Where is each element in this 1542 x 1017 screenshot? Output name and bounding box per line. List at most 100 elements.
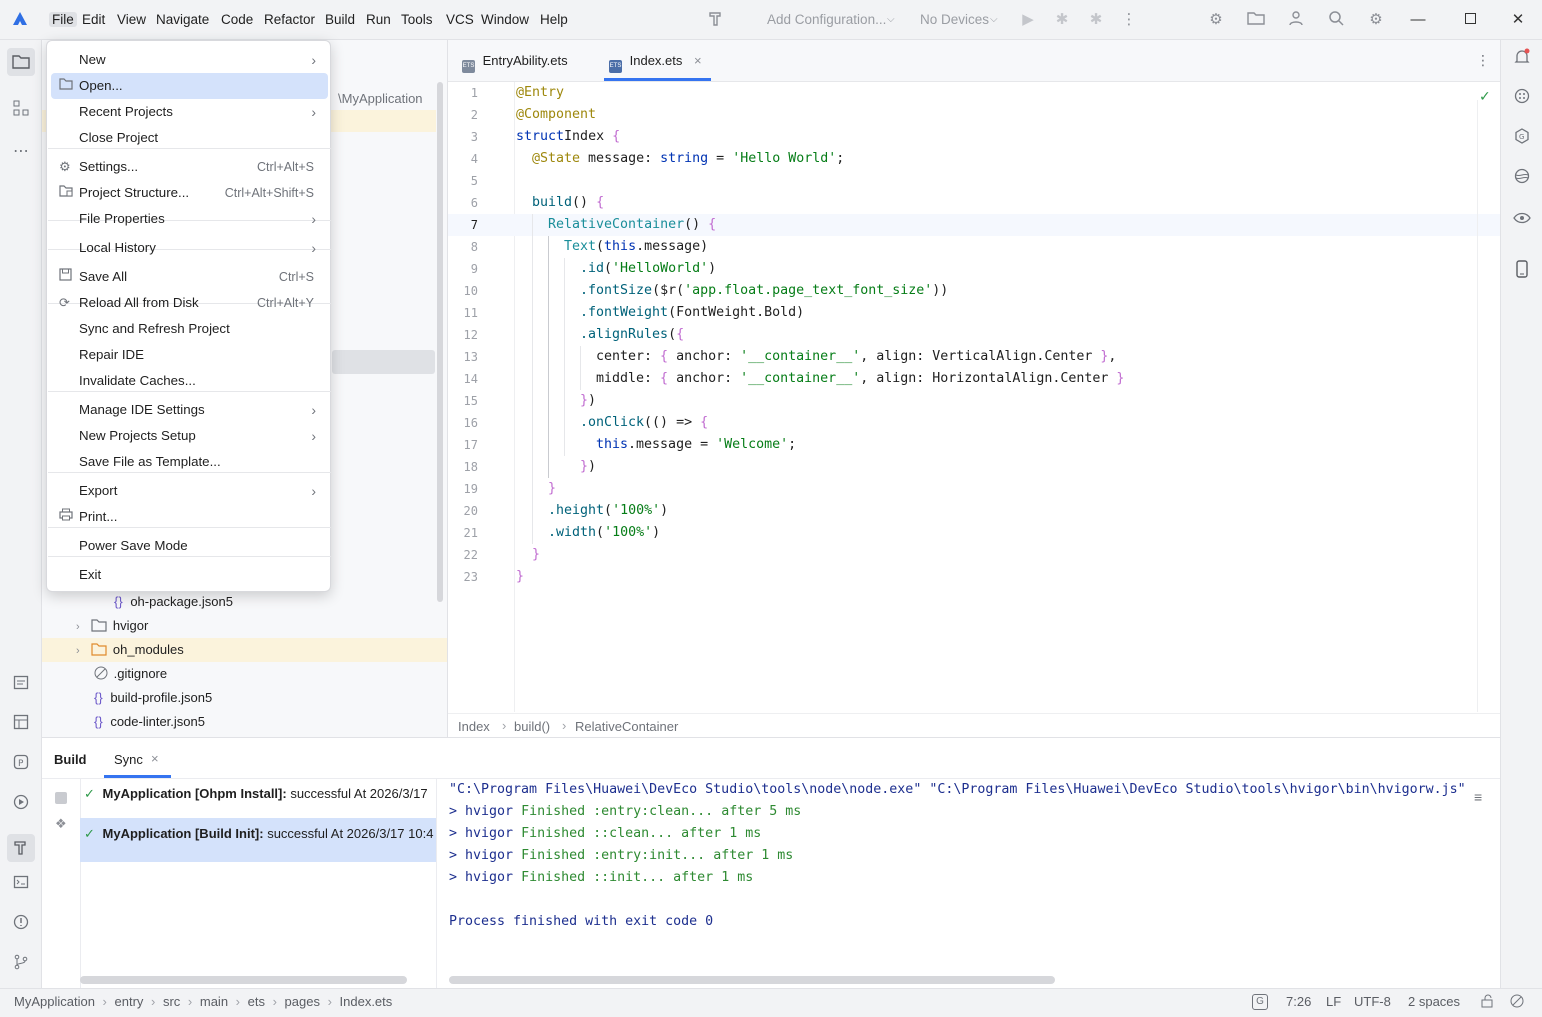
soft-wrap-icon[interactable]: ≡ [1474, 789, 1482, 805]
crumb-relativecontainer[interactable]: RelativeContainer [575, 719, 678, 734]
menu-view[interactable]: View [117, 12, 146, 27]
search-icon[interactable] [1326, 10, 1346, 30]
menu-window[interactable]: Window [481, 12, 529, 27]
menu-help[interactable]: Help [540, 12, 568, 27]
tree-item-hvigor[interactable]: › hvigor [76, 614, 148, 638]
tree-item-oh-package[interactable]: {} oh-package.json5 [114, 590, 233, 614]
tab-index[interactable]: ETS Index.ets × [609, 53, 702, 73]
maximize-icon[interactable] [1460, 10, 1480, 30]
stop-icon[interactable] [55, 792, 67, 804]
indent-setting[interactable]: 2 spaces [1408, 994, 1460, 1009]
menu-item-close-project[interactable]: Close Project [51, 125, 328, 151]
crumb-index[interactable]: Index [458, 719, 490, 734]
code-line[interactable]: }) [580, 390, 596, 412]
tree-item-build-profile[interactable]: {} build-profile.json5 [94, 686, 212, 710]
build-tool-icon[interactable] [7, 834, 35, 862]
settings-gear-icon[interactable]: ⚙ [1206, 10, 1226, 30]
phone-preview-icon[interactable] [1510, 260, 1534, 284]
more-tools-icon[interactable]: ⋯ [9, 140, 33, 164]
problems-icon[interactable] [9, 914, 33, 938]
code-line[interactable]: .alignRules({ [580, 324, 684, 346]
menu-item-new-projects-setup[interactable]: New Projects Setup › [51, 423, 328, 449]
caret-position[interactable]: 7:26 [1286, 994, 1311, 1009]
hammer-icon[interactable] [706, 10, 726, 30]
menu-vcs[interactable]: VCS [446, 12, 474, 27]
profile-icon[interactable]: ✱ [1086, 10, 1106, 30]
menu-item-reload-all-from-disk[interactable]: ⟳ Reload All from Disk Ctrl+Alt+Y [51, 290, 328, 316]
task-scrollbar[interactable] [80, 976, 407, 984]
menu-item-sync-and-refresh-project[interactable]: Sync and Refresh Project [51, 316, 328, 342]
build-task-row[interactable]: ✓ MyApplication [Ohpm Install]: successf… [84, 786, 436, 802]
line-ending[interactable]: LF [1326, 994, 1341, 1009]
menu-item-save-file-as-template[interactable]: Save File as Template... [51, 449, 328, 475]
pin-icon[interactable]: ❖ [55, 816, 67, 832]
tab-sync[interactable]: Sync [114, 752, 143, 767]
menu-edit[interactable]: Edit [82, 12, 105, 27]
folder-icon[interactable] [1246, 10, 1266, 30]
code-line[interactable]: RelativeContainer() { [548, 214, 716, 236]
code-line[interactable]: structIndex { [516, 126, 620, 148]
more-icon[interactable]: ⋮ [1119, 10, 1139, 30]
code-line[interactable]: .width('100%') [548, 522, 660, 544]
table-icon[interactable] [9, 714, 33, 738]
menu-item-manage-ide-settings[interactable]: Manage IDE Settings › [51, 397, 328, 423]
code-line[interactable]: }) [580, 456, 596, 478]
codegenie-icon[interactable]: G [1510, 128, 1534, 152]
crumb-build[interactable]: build() [514, 719, 550, 734]
status-crumb[interactable]: main [200, 994, 228, 1009]
code-line[interactable]: .fontSize($r('app.float.page_text_font_s… [580, 280, 948, 302]
tree-item-code-linter[interactable]: {} code-linter.json5 [94, 710, 205, 734]
tab-build[interactable]: Build [54, 752, 87, 767]
menu-item-project-structure[interactable]: Project Structure... Ctrl+Alt+Shift+S [51, 180, 328, 206]
eye-icon[interactable] [1510, 208, 1534, 232]
minimize-icon[interactable]: — [1408, 10, 1428, 30]
terminal-icon[interactable] [9, 874, 33, 898]
menu-file[interactable]: File [49, 12, 77, 27]
code-line[interactable]: } [548, 478, 556, 500]
structure-icon[interactable] [9, 100, 33, 124]
menu-item-print[interactable]: Print... [51, 504, 328, 530]
tree-item-oh-modules[interactable]: › oh_modules [76, 638, 184, 662]
menu-item-power-save-mode[interactable]: Power Save Mode [51, 533, 328, 559]
menu-build[interactable]: Build [325, 12, 355, 27]
run-config-dropdown[interactable]: Add Configuration... [767, 12, 886, 27]
menu-code[interactable]: Code [221, 12, 253, 27]
status-crumb[interactable]: Index.ets [340, 994, 393, 1009]
menu-item-invalidate-caches[interactable]: Invalidate Caches... [51, 368, 328, 394]
menu-item-repair-ide[interactable]: Repair IDE [51, 342, 328, 368]
project-scrollbar[interactable] [437, 82, 443, 602]
code-line[interactable]: this.message = 'Welcome'; [596, 434, 796, 456]
codegenie-status-icon[interactable]: G [1252, 994, 1268, 1010]
profiler-icon[interactable]: P [9, 754, 33, 778]
code-line[interactable]: .id('HelloWorld') [580, 258, 716, 280]
todo-icon[interactable] [9, 674, 33, 698]
status-crumb[interactable]: src [163, 994, 180, 1009]
code-line[interactable]: @State message: string = 'Hello World'; [532, 148, 844, 170]
code-line[interactable]: } [516, 566, 524, 588]
tree-item-gitignore[interactable]: .gitignore [94, 662, 167, 686]
menu-item-recent-projects[interactable]: Recent Projects › [51, 99, 328, 125]
code-line[interactable]: @Entry [516, 82, 564, 104]
menu-item-save-all[interactable]: Save All Ctrl+S [51, 264, 328, 290]
menu-item-local-history[interactable]: Local History › [51, 235, 328, 261]
code-line[interactable]: middle: { anchor: '__container__', align… [596, 368, 1124, 390]
menu-navigate[interactable]: Navigate [156, 12, 209, 27]
file-encoding[interactable]: UTF-8 [1354, 994, 1391, 1009]
run-tool-icon[interactable] [9, 794, 33, 818]
project-view-icon[interactable] [7, 48, 35, 76]
debug-icon[interactable]: ✱ [1052, 10, 1072, 30]
menu-tools[interactable]: Tools [401, 12, 433, 27]
previewer-globe-icon[interactable] [1510, 168, 1534, 192]
menu-item-settings[interactable]: ⚙ Settings... Ctrl+Alt+S [51, 154, 328, 180]
code-line[interactable]: .onClick(() => { [580, 412, 708, 434]
code-line[interactable]: .fontWeight(FontWeight.Bold) [580, 302, 804, 324]
device-manager-icon[interactable] [1510, 88, 1534, 112]
status-crumb[interactable]: pages [285, 994, 320, 1009]
status-crumb[interactable]: MyApplication [14, 994, 95, 1009]
tab-entryability[interactable]: ETS EntryAbility.ets [462, 53, 568, 73]
tab-options-icon[interactable]: ⋮ [1476, 52, 1490, 69]
git-icon[interactable] [9, 954, 33, 978]
close-icon[interactable]: ✕ [1508, 10, 1528, 30]
unlock-icon[interactable] [1480, 994, 1494, 1011]
device-dropdown[interactable]: No Devices [920, 12, 989, 27]
